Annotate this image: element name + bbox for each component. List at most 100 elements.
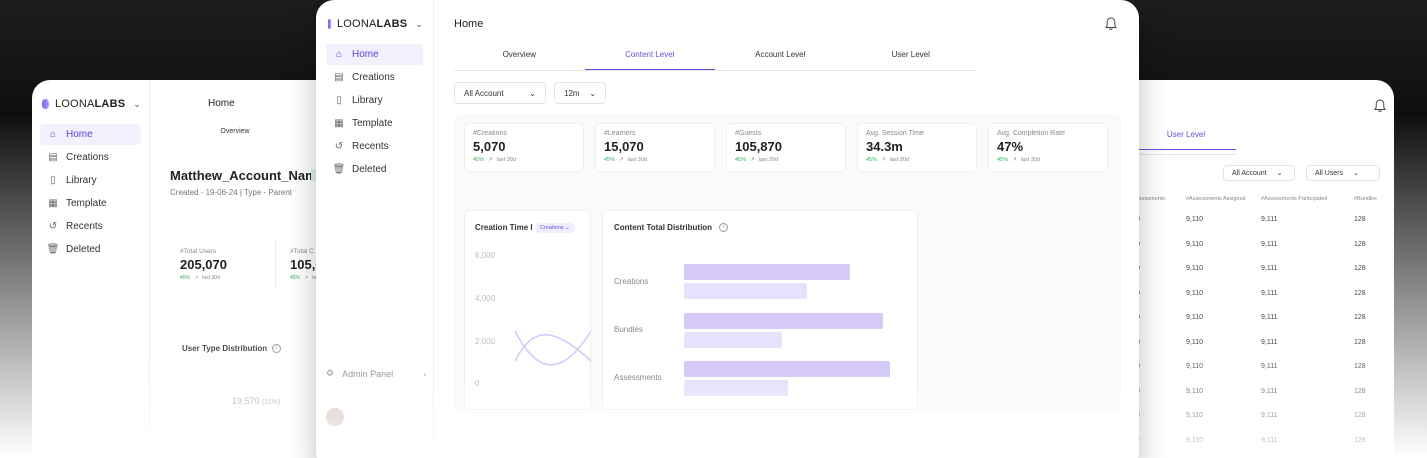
stat-label: #Total Users [180,248,217,255]
admin-panel-link[interactable]: ⚙ Admin Panel › [326,368,426,379]
sidebar-item-label: Library [66,175,97,186]
table-header: ssessments [1136,196,1166,202]
tab-overview[interactable]: Overview [454,42,585,70]
stat-trend: 45%↗last 30d [473,157,516,163]
brand-logo[interactable]: LOONALABS ⌄ [328,18,423,30]
stat-card-learners: #Learners 15,070 45% ↗ last 30d [595,123,715,172]
tab-bar: Overview Content Level Account Level Use… [454,42,976,71]
sidebar-item-library[interactable]: ▯ Library [40,170,141,191]
stat-trend: 45%↗last 30d [997,157,1040,163]
period-dropdown[interactable]: 12m ⌄ [554,82,606,104]
sidebar-item-recents[interactable]: ↺ Recents [40,216,141,237]
page-title: Home [208,98,235,109]
sidebar-item-label: Template [352,118,393,129]
library-icon: ▯ [336,95,342,106]
bar-category: Assessments [614,373,662,382]
trend-up-icon: ↗ [1012,157,1017,163]
creation-time-lines [514,330,592,366]
sidebar-item-template[interactable]: ▦ Template [326,113,423,134]
chevron-down-icon: ⌄ [589,88,596,98]
tab-account-level[interactable]: Account Level [715,42,846,70]
sidebar-item-recents[interactable]: ↺ Recents [326,136,423,157]
trash-icon: 🗑 [332,164,346,175]
left-sidebar: LOONALABS ⌄ ⌂ Home ▤ Creations ▯ Library… [32,80,150,458]
sidebar-item-label: Deleted [66,244,101,255]
sidebar-item-creations[interactable]: ▤ Creations [40,147,141,168]
page-title: Home [454,18,484,30]
table-cell: 128 [1354,412,1366,419]
home-icon: ⌂ [335,49,343,60]
table-cell: 9,111 [1261,412,1278,419]
table-cell: 9,110 [1186,412,1203,419]
table-cell: 9,111 [1261,363,1278,370]
stat-label: Avg. Completion Rate [997,130,1065,137]
tab-user-level[interactable]: User Level [1136,130,1236,150]
table-cell: 9,110 [1186,436,1203,444]
user-profile[interactable] [326,408,344,426]
creations-icon: ▤ [48,152,58,163]
stat-label: #Guests [735,130,762,137]
template-icon: ▦ [334,118,344,129]
bell-icon[interactable] [1374,99,1386,113]
stat-trend: 45%↗last 30d [604,157,647,163]
bar-creations-primary[interactable] [684,264,850,280]
brand-name: LOONALABS [54,98,126,110]
account-dropdown[interactable]: All Account ⌄ [1223,165,1295,181]
main-content: Home Overview Content Level Account Leve… [434,0,1139,458]
analytics-panel: #Creations 5,070 45% ↗ last 30d #Learners … [454,114,1121,414]
sidebar-item-label: Recents [66,221,103,232]
user-type-value: 19,570 (11%) [232,396,281,406]
table-cell: 128 [1354,265,1366,272]
bar-bundles-secondary[interactable] [684,332,782,348]
sidebar-item-deleted[interactable]: 🗑 Deleted [326,159,423,180]
tab-content-level[interactable]: Content Level [584,42,715,70]
stat-value: 205,070 [180,257,227,272]
stat-value: 15,070 [604,139,644,154]
table-cell: 9,111 [1261,289,1278,297]
table-cell: 9,110 [1186,387,1203,395]
admin-panel-icon: ⚙ [326,368,335,378]
sidebar-item-label: Creations [352,72,395,83]
account-dropdown[interactable]: All Account ⌄ [454,82,546,104]
sidebar-item-deleted[interactable]: 🗑 Deleted [40,239,141,260]
stat-value: 105,870 [735,139,782,154]
y-tick: 2,000 [475,337,496,346]
bar-assessments-secondary[interactable] [684,380,788,396]
sidebar-item-creations[interactable]: ▤ Creations [326,67,423,88]
stat-total-users: #Total Users 205,070 45% ↗ last 30d [180,248,280,281]
stat-trend: 45%↗last 30d [866,157,909,163]
bar-category: Bundles [614,325,643,334]
bar-creations-secondary[interactable] [684,283,807,299]
info-icon[interactable]: i [272,344,281,353]
trend-up-icon: ↗ [619,157,624,163]
sidebar-item-template[interactable]: ▦ Template [40,193,141,214]
tab-user-level[interactable]: User Level [846,42,977,70]
bar-assessments-primary[interactable] [684,361,890,377]
table-cell: 9,110 [1186,216,1203,223]
chevron-down-icon: ⌄ [1353,170,1359,177]
brand-logo[interactable]: LOONALABS ⌄ [42,98,141,110]
chart-filter-pill[interactable]: Creations ⌄ [535,223,575,233]
table-cell: 128 [1354,314,1366,321]
table-cell: 9,110 [1186,363,1203,370]
content-distribution-chart: Content Total Distribution i Creations B… [602,210,918,410]
stat-card-guests: #Guests 105,870 45% ↗ last 30d [726,123,846,172]
info-icon[interactable]: i [719,223,728,232]
sidebar-item-home[interactable]: ⌂ Home [40,124,141,145]
users-dropdown[interactable]: All Users ⌄ [1306,165,1380,181]
sidebar-item-label: Recents [352,141,389,152]
tab-overview[interactable]: Overview [190,128,280,135]
stat-value: 47% [997,139,1024,154]
table-header: #Assessments Assigned [1186,196,1246,202]
stat-trend: 45%↗last 30d [180,275,220,281]
bar-bundles-primary[interactable] [684,313,883,329]
sidebar-item-library[interactable]: ▯ Library [326,90,423,111]
table-cell: 9,110 [1186,289,1203,297]
bell-icon[interactable] [1105,17,1117,31]
divider [275,240,276,290]
table-cell: 9,111 [1261,387,1278,395]
table-cell: 9,110 [1186,314,1203,321]
sidebar-item-home[interactable]: ⌂ Home [326,44,423,65]
template-icon: ▦ [48,198,58,209]
brand-name: LOONALABS [336,18,408,30]
